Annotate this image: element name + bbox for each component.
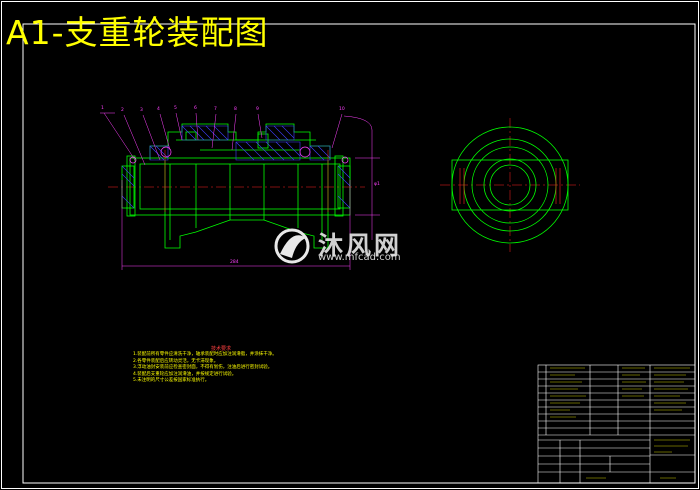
dimension-length: 284 — [230, 260, 239, 265]
balloon-label: 10 — [339, 107, 345, 112]
note-line: 1.装配前所有零件应清洗干净，轴承装配时应加注润滑脂，并涂抹干净。 — [133, 352, 277, 358]
balloon-label: 5 — [174, 106, 177, 111]
balloon-label: 1 — [101, 106, 104, 111]
balloon-label: 3 — [140, 108, 143, 113]
watermark-logo-icon — [274, 228, 310, 264]
note-line: 5.未注明的尺寸公差按国家标准执行。 — [133, 378, 210, 384]
dimension-height: φ1 — [374, 182, 380, 187]
title-block-text — [550, 367, 690, 479]
balloon-label: 2 — [121, 108, 124, 113]
side-view — [440, 118, 580, 252]
balloon-label: 6 — [194, 106, 197, 111]
section-seals — [129, 146, 349, 164]
note-line: 3.浮动油封安装前应检查密封面，不得有划伤，注油后进行密封试验。 — [133, 365, 273, 371]
balloon-label: 8 — [234, 107, 237, 112]
title-block — [537, 364, 696, 484]
technical-requirements: 技术要求 1.装配前所有零件应清洗干净，轴承装配时应加注润滑脂，并涂抹干净。 2… — [133, 346, 277, 384]
drawing-title: A1-支重轮装配图 — [6, 13, 269, 52]
watermark-url: www.mfcad.com — [318, 252, 401, 263]
balloon-label: 9 — [256, 107, 259, 112]
balloon-label: 4 — [157, 107, 160, 112]
balloon-label: 7 — [214, 107, 217, 112]
section-center-marks — [164, 150, 329, 212]
